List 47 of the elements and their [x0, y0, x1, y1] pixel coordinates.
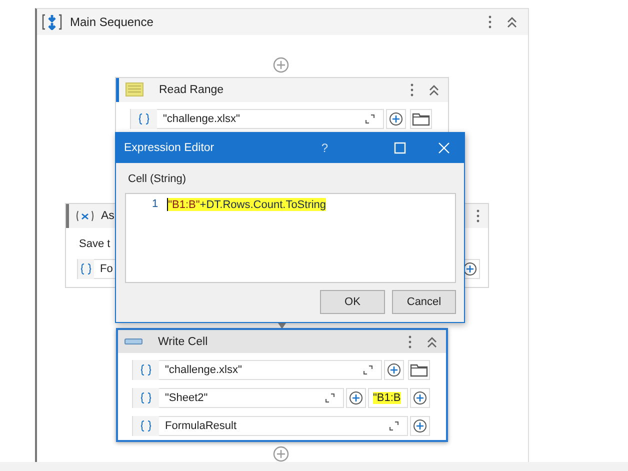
collapse-icon[interactable]: [428, 84, 440, 96]
write-cell-card[interactable]: Write Cell "challenge.xlsx" "Sheet2" "B1:B FormulaResult: [116, 328, 448, 442]
more-icon[interactable]: [410, 83, 414, 97]
expression-field[interactable]: FormulaResult: [132, 416, 408, 436]
plus-button[interactable]: [410, 388, 430, 408]
spreadsheet-icon: [125, 82, 145, 98]
maximize-icon[interactable]: [394, 142, 406, 154]
activity-title: As: [101, 210, 114, 222]
browse-button[interactable]: [410, 109, 432, 129]
braces-icon: [133, 360, 159, 380]
cell-icon: [124, 338, 144, 346]
add-activity-icon[interactable]: [273, 57, 289, 73]
more-icon[interactable]: [488, 15, 492, 29]
ok-button[interactable]: OK: [320, 290, 385, 314]
add-activity-icon[interactable]: [273, 446, 289, 462]
assign-label: Save t: [78, 237, 112, 252]
expression-field[interactable]: "challenge.xlsx": [130, 109, 384, 129]
line-number: 1: [152, 198, 158, 210]
plus-button[interactable]: [410, 416, 430, 436]
collapse-icon[interactable]: [506, 16, 518, 28]
plus-button[interactable]: [346, 388, 366, 408]
close-icon[interactable]: [438, 142, 450, 154]
plus-button[interactable]: [386, 109, 406, 129]
expand-icon[interactable]: [365, 114, 375, 124]
activity-title: Write Cell: [158, 336, 208, 348]
code-editor[interactable]: 1 "B1:B"+DT.Rows.Count.ToString: [125, 193, 456, 283]
collapse-icon[interactable]: [426, 336, 438, 348]
connector-arrow-icon: [278, 323, 286, 329]
more-icon[interactable]: [476, 209, 480, 223]
expand-icon[interactable]: [363, 365, 373, 375]
braces-icon: [131, 109, 157, 129]
field-label: Cell (String): [128, 173, 188, 187]
expression-field[interactable]: "Sheet2": [132, 388, 344, 408]
sequence-title: Main Sequence: [70, 15, 154, 29]
braces-icon: [133, 416, 159, 436]
expand-icon[interactable]: [389, 421, 399, 431]
sequence-icon: [42, 14, 62, 30]
cancel-button[interactable]: Cancel: [392, 290, 456, 314]
variable-icon: [75, 210, 95, 222]
expression-field[interactable]: "B1:B: [368, 388, 408, 408]
activity-title: Read Range: [159, 84, 224, 96]
expression-field[interactable]: "challenge.xlsx": [132, 360, 382, 380]
expand-icon[interactable]: [325, 393, 335, 403]
browse-button[interactable]: [408, 360, 430, 380]
plus-button[interactable]: [384, 360, 404, 380]
braces-icon: [133, 388, 159, 408]
more-icon[interactable]: [408, 334, 412, 348]
